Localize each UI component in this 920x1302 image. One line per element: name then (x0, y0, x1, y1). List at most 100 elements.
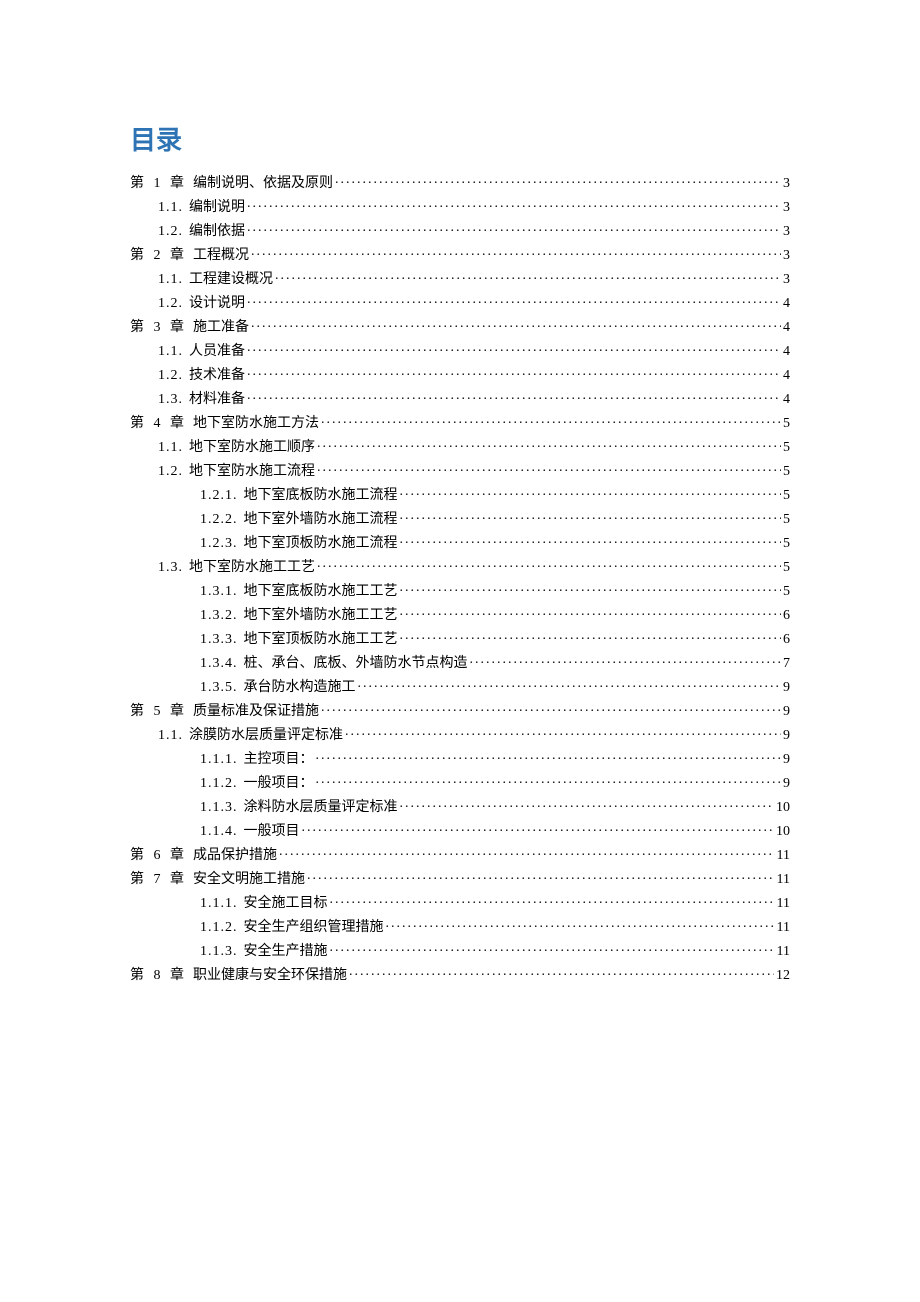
toc-entry-page: 4 (781, 369, 790, 383)
toc-entry-label: 1.1.1. (200, 753, 244, 767)
toc-entry: 1.1.地下室防水施工顺序5 (130, 437, 790, 461)
toc-entry-label: 1.1.1. (200, 897, 244, 911)
toc-entry: 1.1.3.安全生产措施 11 (130, 941, 790, 965)
toc-entry: 1.1.3.涂料防水层质量评定标准10 (130, 797, 790, 821)
toc-entry-label: 第 4 章 (130, 417, 193, 431)
toc-entry-title: 一般项目 (244, 825, 302, 839)
toc-leader-dots (321, 701, 781, 715)
toc-leader-dots (335, 173, 781, 187)
toc-entry-label: 1.3.2. (200, 609, 244, 623)
toc-heading: 目录 (130, 120, 790, 157)
toc-entry-label: 第 5 章 (130, 705, 193, 719)
toc-leader-dots (247, 197, 781, 211)
toc-leader-dots (247, 221, 781, 235)
toc-entry-title: 地下室顶板防水施工流程 (244, 537, 400, 551)
toc-entry-page: 5 (781, 513, 790, 527)
toc-leader-dots (316, 773, 782, 787)
toc-entry-title: 涂料防水层质量评定标准 (244, 801, 400, 815)
toc-entry-title: 安全文明施工措施 (193, 873, 307, 887)
toc-entry: 1.3.2.地下室外墙防水施工工艺 6 (130, 605, 790, 629)
toc-entry-label: 第 8 章 (130, 969, 193, 983)
toc-leader-dots (247, 365, 781, 379)
toc-entry-page: 5 (781, 585, 790, 599)
toc-entry-page: 3 (781, 225, 790, 239)
toc-entry-page: 6 (781, 609, 790, 623)
toc-entry-page: 7 (781, 657, 790, 671)
toc-entry-label: 1.1.3. (200, 801, 244, 815)
toc-entry-label: 1.1.3. (200, 945, 244, 959)
toc-entry: 第 2 章工程概况3 (130, 245, 790, 269)
toc-entry-page: 11 (775, 897, 790, 911)
toc-entry-label: 1.3.1. (200, 585, 244, 599)
toc-entry-title: 职业健康与安全环保措施 (193, 969, 349, 983)
toc-entry-page: 5 (781, 465, 790, 479)
toc-entry-title: 设计说明 (189, 297, 247, 311)
toc-leader-dots (400, 581, 782, 595)
toc-entry-title: 桩、承台、底板、外墙防水节点构造 (244, 657, 470, 671)
toc-entry-title: 地下室外墙防水施工工艺 (244, 609, 400, 623)
toc-entry: 1.2.编制依据3 (130, 221, 790, 245)
toc-entry-page: 5 (781, 561, 790, 575)
toc-entry-page: 10 (774, 825, 790, 839)
toc-entry-page: 9 (781, 729, 790, 743)
toc-entry: 1.2.1.地下室底板防水施工流程5 (130, 485, 790, 509)
toc-entry-label: 第 2 章 (130, 249, 193, 263)
toc-entry: 1.1.人员准备4 (130, 341, 790, 365)
toc-entry-page: 5 (781, 489, 790, 503)
toc-leader-dots (400, 797, 775, 811)
toc-entry: 1.1.涂膜防水层质量评定标准9 (130, 725, 790, 749)
toc-entry-page: 3 (781, 177, 790, 191)
toc-entry: 1.3.1.地下室底板防水施工工艺 5 (130, 581, 790, 605)
toc-entry-label: 第 6 章 (130, 849, 193, 863)
toc-entry-page: 11 (775, 849, 790, 863)
toc-leader-dots (279, 845, 775, 859)
toc-entry-label: 1.2.3. (200, 537, 244, 551)
toc-entry-title: 涂膜防水层质量评定标准 (189, 729, 345, 743)
toc-entry-page: 9 (781, 705, 790, 719)
toc-entry: 1.2.2.地下室外墙防水施工流程5 (130, 509, 790, 533)
toc-entry-label: 第 1 章 (130, 177, 193, 191)
toc-entry-title: 编制说明、依据及原则 (193, 177, 335, 191)
toc-entry-label: 1.1.2. (200, 921, 244, 935)
toc-leader-dots (317, 437, 781, 451)
toc-entry-page: 4 (781, 297, 790, 311)
toc-entry: 1.1.1.安全施工目标 11 (130, 893, 790, 917)
toc-entry-label: 1.3.5. (200, 681, 244, 695)
toc-entry: 1.1.2.安全生产组织管理措施11 (130, 917, 790, 941)
toc-entry-page: 4 (781, 345, 790, 359)
toc-leader-dots (386, 917, 775, 931)
toc-entry-label: 1.1. (158, 273, 189, 287)
toc-entry-page: 5 (781, 441, 790, 455)
toc-entry: 1.1.1.主控项目：9 (130, 749, 790, 773)
toc-entry-title: 施工准备 (193, 321, 251, 335)
toc-entry-label: 1.2. (158, 297, 189, 311)
toc-entry-page: 11 (775, 921, 790, 935)
toc-entry-title: 编制说明 (189, 201, 247, 215)
toc-entry: 第 4 章地下室防水施工方法5 (130, 413, 790, 437)
toc-leader-dots (358, 677, 782, 691)
toc-entry-label: 1.3.3. (200, 633, 244, 647)
toc-leader-dots (317, 461, 781, 475)
toc-entry: 第 1 章编制说明、依据及原则 3 (130, 173, 790, 197)
toc-entry-title: 安全施工目标 (244, 897, 330, 911)
toc-entry-label: 第 3 章 (130, 321, 193, 335)
toc-entry-page: 5 (781, 537, 790, 551)
toc-leader-dots (247, 389, 781, 403)
toc-entry-title: 主控项目： (244, 753, 316, 767)
toc-entry: 第 7 章安全文明施工措施11 (130, 869, 790, 893)
toc-entry-title: 地下室底板防水施工工艺 (244, 585, 400, 599)
toc-entry: 1.1.工程建设概况3 (130, 269, 790, 293)
toc-entry-title: 工程建设概况 (189, 273, 275, 287)
toc-entry-title: 安全生产措施 (244, 945, 330, 959)
toc-leader-dots (317, 557, 781, 571)
toc-leader-dots (251, 317, 781, 331)
toc-entry-page: 11 (775, 945, 790, 959)
toc-entry: 第 8 章职业健康与安全环保措施 12 (130, 965, 790, 989)
toc-entry-title: 技术准备 (189, 369, 247, 383)
toc-entry-page: 9 (781, 777, 790, 791)
toc-entry-label: 1.2. (158, 225, 189, 239)
toc-entry-title: 承台防水构造施工 (244, 681, 358, 695)
toc-entry-title: 地下室防水施工方法 (193, 417, 321, 431)
toc-entry-page: 12 (774, 969, 790, 983)
toc-entry: 1.1.编制说明3 (130, 197, 790, 221)
